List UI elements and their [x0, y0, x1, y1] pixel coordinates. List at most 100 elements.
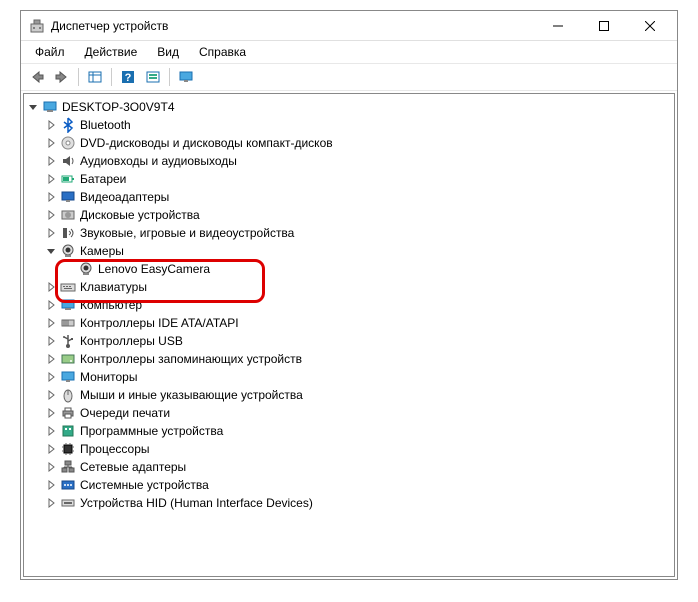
app-icon: [29, 18, 45, 34]
hid-icon: [60, 495, 76, 511]
tree-node-label: Контроллеры запоминающих устройств: [80, 352, 302, 366]
cpu-icon: [60, 441, 76, 457]
computer-icon: [60, 297, 76, 313]
minimize-button[interactable]: [535, 11, 581, 41]
bluetooth-icon: [60, 117, 76, 133]
chevron-right-icon[interactable]: [44, 424, 58, 438]
menu-action[interactable]: Действие: [77, 43, 146, 61]
tree-node-label: Компьютер: [80, 298, 142, 312]
back-button[interactable]: [25, 66, 49, 88]
tree-node-label: Видеоадаптеры: [80, 190, 169, 204]
device-manager-window: Диспетчер устройств Файл Действие Вид Сп…: [20, 10, 678, 580]
audio-icon: [60, 153, 76, 169]
tree-category-node[interactable]: Дисковые устройства: [26, 206, 672, 224]
chevron-right-icon[interactable]: [44, 496, 58, 510]
chevron-right-icon[interactable]: [44, 352, 58, 366]
software-icon: [60, 423, 76, 439]
tree-node-label: Контроллеры USB: [80, 334, 183, 348]
menubar: Файл Действие Вид Справка: [21, 41, 677, 63]
close-button[interactable]: [627, 11, 673, 41]
titlebar: Диспетчер устройств: [21, 11, 677, 41]
show-hidden-button[interactable]: [83, 66, 107, 88]
ide-icon: [60, 315, 76, 331]
tree-node-label: Bluetooth: [80, 118, 131, 132]
tree-node-label: Lenovo EasyCamera: [98, 262, 210, 276]
tree-node-label: Сетевые адаптеры: [80, 460, 186, 474]
tree-category-node[interactable]: Контроллеры IDE ATA/ATAPI: [26, 314, 672, 332]
chevron-right-icon[interactable]: [44, 370, 58, 384]
chevron-down-icon[interactable]: [44, 244, 58, 258]
tree-category-node[interactable]: Bluetooth: [26, 116, 672, 134]
tree-category-node[interactable]: Мониторы: [26, 368, 672, 386]
window-title: Диспетчер устройств: [51, 19, 535, 33]
chevron-right-icon[interactable]: [44, 298, 58, 312]
chevron-right-icon[interactable]: [44, 460, 58, 474]
storage-icon: [60, 351, 76, 367]
tree-node-label: DVD-дисководы и дисководы компакт-дисков: [80, 136, 333, 150]
system-icon: [60, 477, 76, 493]
tree-category-node[interactable]: Батареи: [26, 170, 672, 188]
chevron-right-icon[interactable]: [44, 406, 58, 420]
tree-category-node[interactable]: Очереди печати: [26, 404, 672, 422]
tree-category-node[interactable]: Мыши и иные указывающие устройства: [26, 386, 672, 404]
tree-category-node[interactable]: Звуковые, игровые и видеоустройства: [26, 224, 672, 242]
tree-node-label: Мыши и иные указывающие устройства: [80, 388, 303, 402]
maximize-button[interactable]: [581, 11, 627, 41]
tree-category-node[interactable]: Контроллеры USB: [26, 332, 672, 350]
tree-category-node[interactable]: Программные устройства: [26, 422, 672, 440]
chevron-right-icon[interactable]: [44, 226, 58, 240]
tree-category-node[interactable]: Контроллеры запоминающих устройств: [26, 350, 672, 368]
tree-node-label: Программные устройства: [80, 424, 223, 438]
chevron-right-icon[interactable]: [44, 118, 58, 132]
disc-icon: [60, 135, 76, 151]
toolbar-separator: [111, 68, 112, 86]
tree-node-label: Очереди печати: [80, 406, 170, 420]
sound-icon: [60, 225, 76, 241]
chevron-right-icon[interactable]: [44, 334, 58, 348]
tree-root-node[interactable]: DESKTOP-3O0V9T4: [26, 98, 672, 116]
chevron-right-icon[interactable]: [44, 280, 58, 294]
chevron-down-icon[interactable]: [26, 100, 40, 114]
usb-icon: [60, 333, 76, 349]
tree-category-node[interactable]: Клавиатуры: [26, 278, 672, 296]
tree-category-node[interactable]: DVD-дисководы и дисководы компакт-дисков: [26, 134, 672, 152]
chevron-right-icon[interactable]: [44, 316, 58, 330]
help-button[interactable]: ?: [116, 66, 140, 88]
forward-button[interactable]: [50, 66, 74, 88]
tree-category-node[interactable]: Процессоры: [26, 440, 672, 458]
tree-node-label: Процессоры: [80, 442, 150, 456]
chevron-right-icon[interactable]: [44, 208, 58, 222]
camera-icon: [78, 261, 94, 277]
device-tree-panel[interactable]: DESKTOP-3O0V9T4 Bluetooth DVD-дисководы и …: [23, 93, 675, 577]
chevron-right-icon[interactable]: [44, 190, 58, 204]
display-icon: [60, 189, 76, 205]
scan-button[interactable]: [141, 66, 165, 88]
battery-icon: [60, 171, 76, 187]
chevron-right-icon[interactable]: [44, 478, 58, 492]
tree-category-node[interactable]: Видеоадаптеры: [26, 188, 672, 206]
chevron-right-icon[interactable]: [44, 442, 58, 456]
chevron-right-icon[interactable]: [44, 388, 58, 402]
device-tree: DESKTOP-3O0V9T4 Bluetooth DVD-дисководы и …: [26, 98, 672, 512]
tree-device-node[interactable]: Lenovo EasyCamera: [26, 260, 672, 278]
toolbar: ?: [21, 63, 677, 91]
tree-category-node[interactable]: Компьютер: [26, 296, 672, 314]
network-icon: [60, 459, 76, 475]
monitor-icon: [60, 369, 76, 385]
tree-category-node[interactable]: Устройства HID (Human Interface Devices): [26, 494, 672, 512]
menu-help[interactable]: Справка: [191, 43, 254, 61]
tree-category-node[interactable]: Камеры: [26, 242, 672, 260]
tree-node-label: Системные устройства: [80, 478, 209, 492]
menu-view[interactable]: Вид: [149, 43, 187, 61]
tree-category-node[interactable]: Аудиовходы и аудиовыходы: [26, 152, 672, 170]
tree-category-node[interactable]: Системные устройства: [26, 476, 672, 494]
monitor-button[interactable]: [174, 66, 198, 88]
tree-node-label: DESKTOP-3O0V9T4: [62, 100, 175, 114]
camera-icon: [60, 243, 76, 259]
chevron-right-icon[interactable]: [44, 172, 58, 186]
tree-category-node[interactable]: Сетевые адаптеры: [26, 458, 672, 476]
chevron-right-icon[interactable]: [44, 136, 58, 150]
toolbar-separator: [78, 68, 79, 86]
menu-file[interactable]: Файл: [27, 43, 73, 61]
chevron-right-icon[interactable]: [44, 154, 58, 168]
